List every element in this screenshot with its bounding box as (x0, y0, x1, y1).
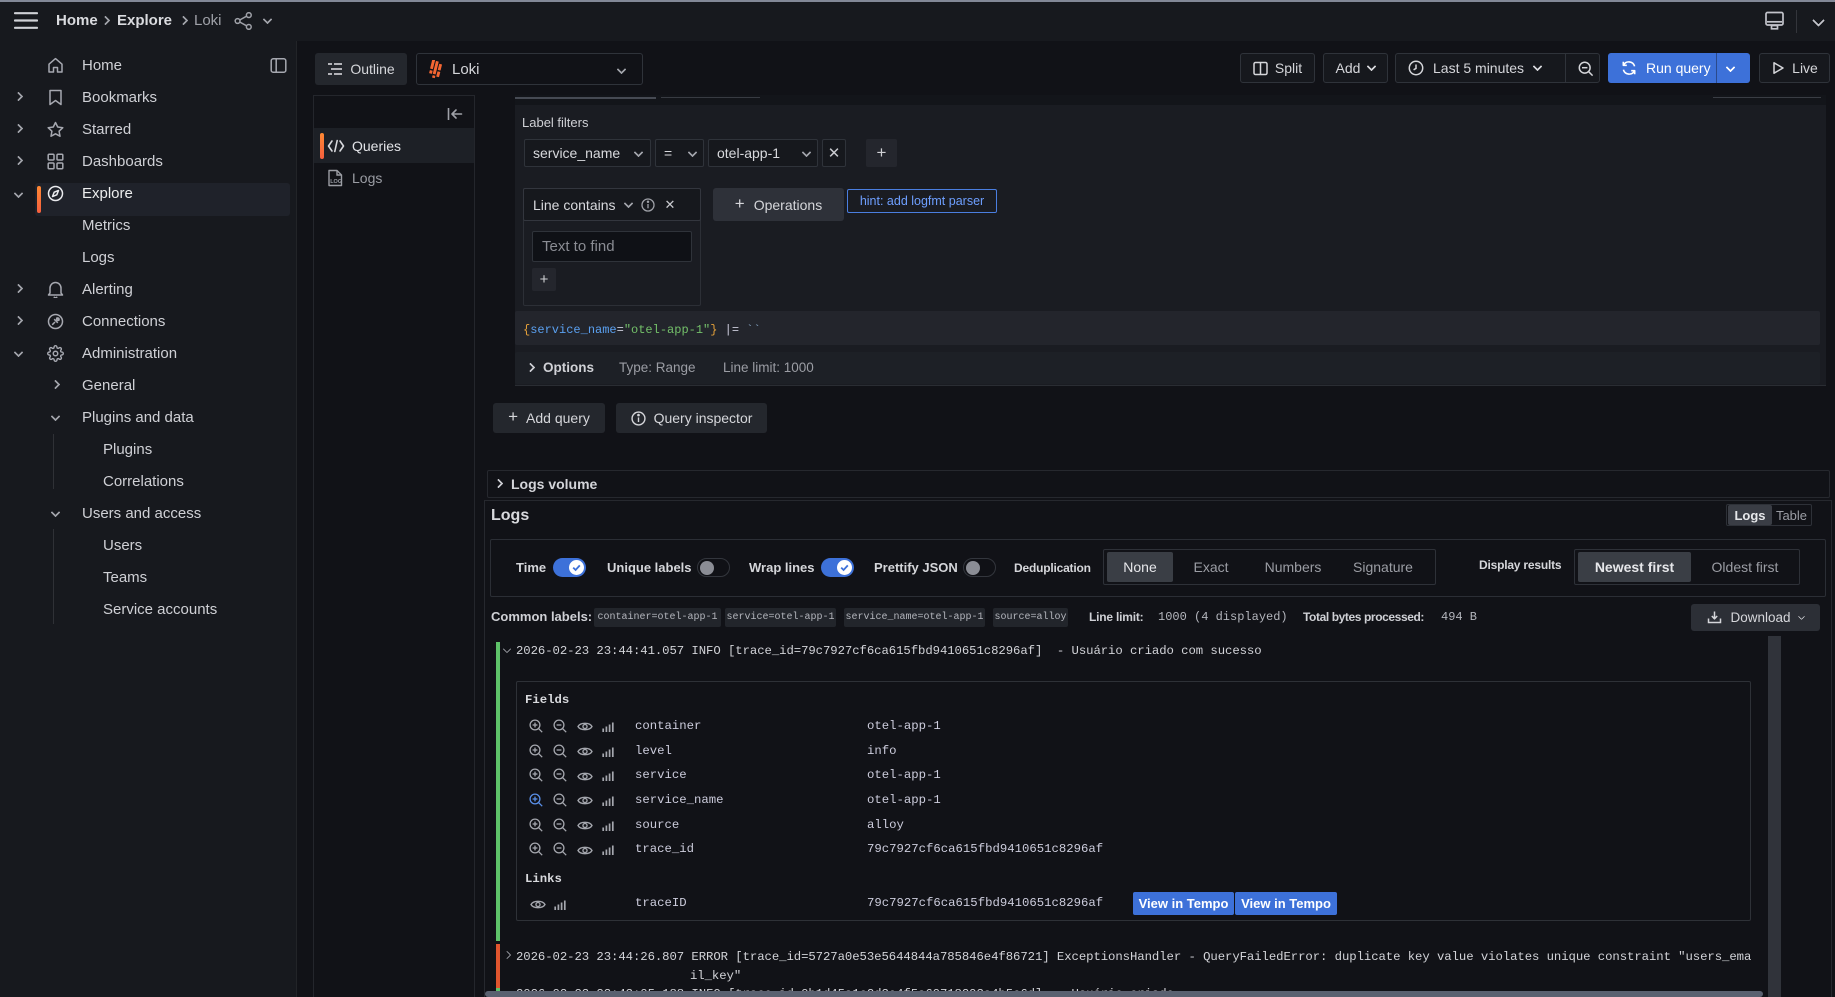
svg-text:LOG: LOG (330, 179, 342, 185)
